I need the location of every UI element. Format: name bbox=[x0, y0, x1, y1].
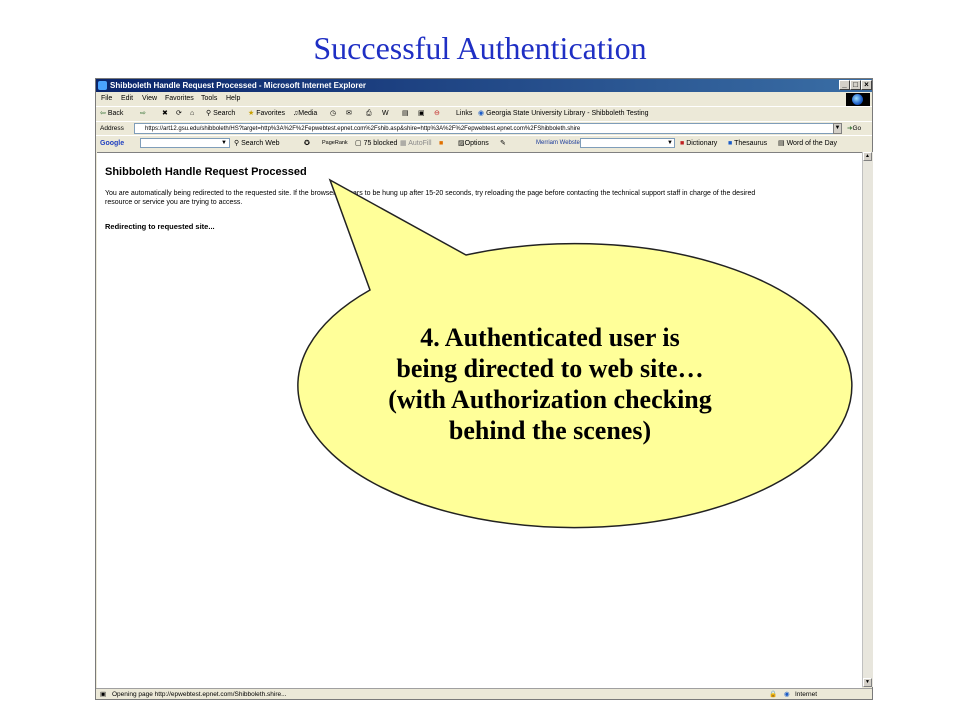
ie-throbber-logo bbox=[846, 93, 870, 106]
redirecting-text: Redirecting to requested site... bbox=[105, 222, 215, 231]
autofill-button[interactable]: ▦ AutoFill bbox=[400, 136, 432, 151]
autofill-label: AutoFill bbox=[408, 140, 432, 147]
go-button[interactable]: ➜Go bbox=[847, 122, 861, 135]
page-body-line2: resource or service you are trying to ac… bbox=[105, 199, 243, 206]
maximize-button[interactable]: □ bbox=[850, 80, 861, 90]
scroll-down-button[interactable]: ▼ bbox=[863, 678, 872, 687]
page-loading-icon: ▣ bbox=[100, 691, 107, 698]
close-button[interactable]: × bbox=[861, 80, 872, 90]
menu-favorites[interactable]: Favorites bbox=[165, 93, 194, 105]
address-bar: Address https://art12.gsu.edu/shibboleth… bbox=[96, 121, 872, 135]
history-icon[interactable]: ◷ bbox=[330, 107, 336, 121]
status-bar: ▣ Opening page http://epwebtest.epnet.co… bbox=[96, 688, 872, 701]
address-dropdown-button[interactable]: ▼ bbox=[833, 123, 842, 134]
merriam-webster-button[interactable]: Merriam Webster ▾ bbox=[536, 136, 587, 151]
ie-app-icon bbox=[98, 81, 107, 90]
google-logo[interactable]: Google bbox=[100, 136, 124, 151]
autofill-icon: ▦ bbox=[400, 140, 407, 147]
dictionary-label: Dictionary bbox=[686, 140, 718, 147]
stop-icon[interactable]: ✖ bbox=[162, 107, 168, 121]
popup-blocker-button[interactable]: ▢ 75 blocked bbox=[355, 136, 397, 151]
internet-zone-icon: ◉ bbox=[784, 691, 790, 698]
callout-line3: (with Authorization checking bbox=[388, 385, 712, 414]
google-news-icon[interactable]: ✪ bbox=[304, 136, 310, 151]
minimize-button[interactable]: _ bbox=[839, 80, 850, 90]
research-icon[interactable]: ⊖ bbox=[434, 107, 440, 121]
vertical-scrollbar[interactable]: ▲ ▼ bbox=[862, 152, 873, 687]
callout-line4: behind the scenes) bbox=[448, 416, 652, 445]
google-search-input[interactable] bbox=[140, 138, 230, 148]
star-icon: ★ bbox=[248, 110, 255, 117]
lock-icon: 🔒 bbox=[769, 691, 778, 698]
dictionary-search-input[interactable] bbox=[580, 138, 675, 148]
print-icon[interactable]: ⎙ bbox=[366, 107, 372, 121]
media-button[interactable]: ♫Media bbox=[293, 107, 317, 121]
highlight-icon[interactable]: ✎ bbox=[500, 136, 506, 151]
options-label: Options bbox=[464, 140, 489, 147]
callout-line2: being directed to web site… bbox=[396, 354, 704, 383]
messenger-icon[interactable]: ▣ bbox=[418, 107, 425, 121]
slide-title: Successful Authentication bbox=[313, 30, 647, 66]
status-text: Opening page http://epwebtest.epnet.com/… bbox=[112, 691, 287, 698]
discuss-icon[interactable]: ▤ bbox=[402, 107, 409, 121]
favorites-label: Favorites bbox=[256, 110, 286, 117]
edit-icon[interactable]: W bbox=[382, 107, 389, 121]
google-search-dropdown[interactable]: ▼ bbox=[221, 136, 227, 151]
scroll-up-button[interactable]: ▲ bbox=[863, 152, 872, 161]
search-label: Search bbox=[213, 110, 236, 117]
menu-view[interactable]: View bbox=[142, 93, 157, 105]
back-label: Back bbox=[107, 110, 124, 117]
dictionary-button[interactable]: ■ Dictionary bbox=[680, 136, 717, 151]
globe-icon: ◉ bbox=[478, 110, 485, 117]
links-label: Links bbox=[456, 110, 473, 117]
window-titlebar: Shibboleth Handle Request Processed - Mi… bbox=[96, 79, 872, 92]
search-web-label: Search Web bbox=[241, 140, 280, 147]
forward-button[interactable]: ⇨ bbox=[140, 107, 146, 121]
address-label: Address bbox=[100, 125, 124, 132]
link-gsu-label: Georgia State University Library - Shibb… bbox=[486, 110, 649, 117]
pagerank-indicator: PageRank bbox=[322, 140, 348, 146]
dictionary-icon: ■ bbox=[680, 140, 685, 147]
back-button[interactable]: ⇦ Back bbox=[100, 107, 123, 121]
callout-text: 4. Authenticated user is being directed … bbox=[320, 322, 780, 446]
options-button[interactable]: ▨Options bbox=[458, 136, 489, 151]
media-label: Media bbox=[298, 110, 318, 117]
link-gsu-shibboleth[interactable]: ◉ Georgia State University Library - Shi… bbox=[478, 107, 649, 121]
callout-line1: 4. Authenticated user is bbox=[420, 323, 680, 352]
page-body-text: You are automatically being redirected t… bbox=[105, 189, 855, 207]
menu-file[interactable]: File bbox=[101, 93, 112, 105]
options-icon: ▨ bbox=[458, 140, 465, 147]
go-label: Go bbox=[852, 125, 862, 132]
refresh-icon[interactable]: ⟳ bbox=[176, 107, 182, 121]
mail-icon[interactable]: ✉ bbox=[346, 107, 352, 121]
blocked-label: 75 blocked bbox=[363, 140, 398, 147]
menu-tools[interactable]: Tools bbox=[201, 93, 217, 105]
search-button[interactable]: ⚲ Search bbox=[206, 107, 235, 121]
zone-label: Internet bbox=[795, 691, 818, 698]
dictionary-search-dropdown[interactable]: ▼ bbox=[667, 136, 673, 151]
thesaurus-icon: ■ bbox=[728, 140, 733, 147]
thesaurus-label: Thesaurus bbox=[734, 140, 768, 147]
window-title: Shibboleth Handle Request Processed - Mi… bbox=[110, 81, 367, 90]
address-input[interactable]: https://art12.gsu.edu/shibboleth/HS?targ… bbox=[134, 123, 842, 134]
word-of-day-label: Word of the Day bbox=[786, 140, 838, 147]
google-toolbar: Google ▼ ⚲ Search Web ✪ PageRank ▢ 75 bl… bbox=[96, 135, 872, 151]
search-web-button[interactable]: ⚲ Search Web bbox=[234, 136, 279, 151]
home-icon[interactable]: ⌂ bbox=[190, 107, 194, 121]
page-body-line1: You are automatically being redirected t… bbox=[105, 190, 756, 197]
menu-help[interactable]: Help bbox=[226, 93, 240, 105]
search-icon: ⚲ bbox=[206, 110, 212, 117]
calendar-icon: ▤ bbox=[778, 140, 785, 147]
blogger-icon[interactable]: ■ bbox=[439, 136, 443, 151]
thesaurus-button[interactable]: ■ Thesaurus bbox=[728, 136, 767, 151]
standard-toolbar: ⇦ Back ⇨ ✖ ⟳ ⌂ ⚲ Search ★ Favorites ♫Med… bbox=[96, 106, 872, 121]
favorites-button[interactable]: ★ Favorites bbox=[248, 107, 285, 121]
search-web-icon: ⚲ bbox=[234, 140, 240, 147]
menu-edit[interactable]: Edit bbox=[121, 93, 133, 105]
popup-blocker-icon: ▢ bbox=[355, 140, 362, 147]
back-arrow-icon: ⇦ bbox=[100, 110, 106, 117]
menu-bar: File Edit View Favorites Tools Help bbox=[96, 93, 872, 105]
word-of-day-button[interactable]: ▤ Word of the Day bbox=[778, 136, 837, 151]
page-heading: Shibboleth Handle Request Processed bbox=[105, 166, 307, 178]
